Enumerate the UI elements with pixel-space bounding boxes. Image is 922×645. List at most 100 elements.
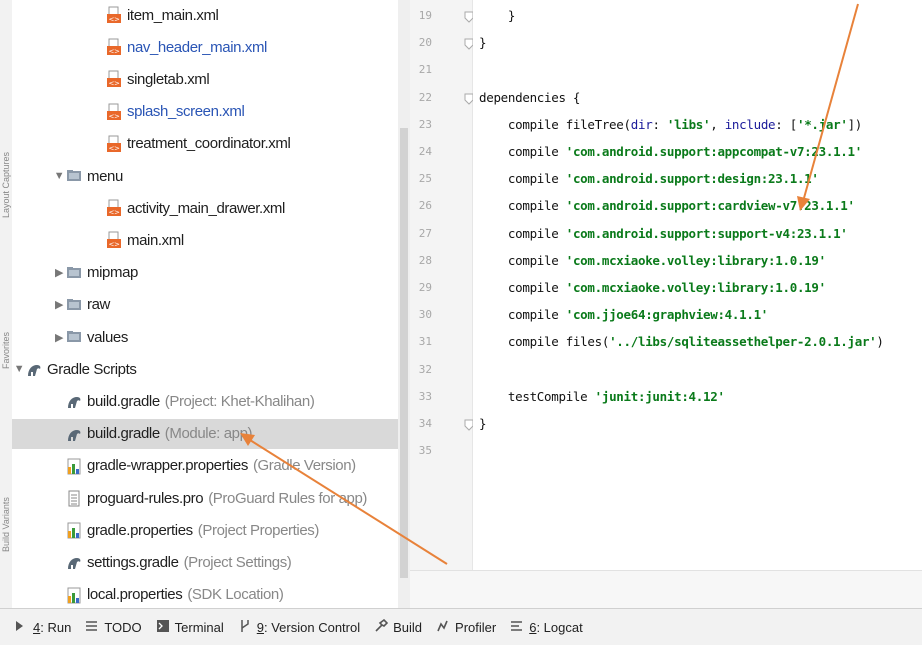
- tool-window-button[interactable]: Profiler: [436, 619, 496, 636]
- keyword-token: dir: [630, 116, 653, 132]
- code-line[interactable]: testCompile 'junit:junit:4.12': [479, 387, 725, 407]
- tree-item-label: activity_main_drawer.xml: [127, 199, 285, 217]
- code-line[interactable]: }: [479, 33, 487, 53]
- tree-item-label: build.gradle: [87, 425, 160, 443]
- tree-item[interactable]: <> treatment_coordinator.xml: [12, 129, 410, 159]
- tree-item[interactable]: ▼ Gradle Scripts: [12, 354, 410, 384]
- tool-window-button[interactable]: Terminal: [156, 619, 224, 636]
- code-line[interactable]: compile 'com.android.support:cardview-v7…: [479, 196, 855, 216]
- code-line[interactable]: compile files('../libs/sqliteassethelper…: [479, 332, 884, 352]
- collapsed-arrow-icon[interactable]: ▶: [52, 298, 66, 311]
- tree-item-label: singletab.xml: [127, 70, 210, 88]
- tree-item[interactable]: <> activity_main_drawer.xml: [12, 193, 410, 223]
- code-token: compile fileTree(: [479, 116, 631, 132]
- tree-item-hint: (SDK Location): [187, 586, 284, 604]
- editor-horizontal-scrollbar[interactable]: [410, 570, 922, 609]
- gradle-icon: [68, 397, 81, 409]
- tool-window-button[interactable]: TODO: [85, 619, 142, 636]
- logcat-icon: [510, 619, 529, 636]
- shortcut-key: 9: [256, 619, 264, 635]
- tool-window-button[interactable]: 9: Version Control: [238, 619, 360, 636]
- shortcut-key: 4: [33, 619, 41, 635]
- tree-item[interactable]: build.gradle (Project: Khet-Khalihan): [12, 386, 410, 416]
- xml-file-icon: <>: [107, 103, 121, 120]
- code-token: compile: [479, 144, 566, 159]
- line-number: 28: [418, 253, 432, 267]
- text-file-icon: [68, 490, 80, 507]
- code-line[interactable]: compile fileTree(dir: 'libs', include: […: [479, 115, 862, 135]
- tree-item-hint: (Module: app): [164, 425, 253, 443]
- code-token: compile: [479, 280, 566, 295]
- line-number: 25: [418, 172, 432, 186]
- tree-item[interactable]: settings.gradle (Project Settings): [12, 547, 410, 577]
- tree-item-label: proguard-rules.pro: [87, 489, 204, 507]
- tree-item-label: build.gradle: [87, 392, 160, 410]
- string-token: 'com.android.support:cardview-v7:23.1.1': [565, 198, 855, 214]
- tool-window-label: Terminal: [174, 619, 224, 635]
- tree-item-label: values: [87, 328, 128, 346]
- code-line[interactable]: }: [479, 6, 516, 26]
- run-icon: [14, 619, 33, 636]
- tree-item-label: treatment_coordinator.xml: [127, 135, 291, 153]
- xml-file-icon: <>: [107, 199, 121, 217]
- side-tab-build-variants[interactable]: Build Variants: [0, 455, 12, 595]
- code-line[interactable]: compile 'com.android.support:appcompat-v…: [479, 142, 862, 162]
- code-line[interactable]: }: [479, 414, 487, 434]
- tree-item[interactable]: gradle.properties (Project Properties): [12, 515, 410, 545]
- tree-item-hint: (Gradle Version): [252, 457, 356, 475]
- collapsed-arrow-icon[interactable]: ▶: [52, 331, 66, 344]
- tree-item[interactable]: <> nav_header_main.xml: [12, 32, 410, 62]
- code-line[interactable]: compile 'com.mcxiaoke.volley:library:1.0…: [479, 278, 826, 298]
- tool-window-button[interactable]: 4: Run: [14, 619, 71, 636]
- code-editor[interactable]: }} dependencies { compile fileTree(dir: '…: [473, 0, 922, 570]
- project-tree-panel: <> item_main.xml <> nav_header_main.xml <> si…: [12, 0, 410, 608]
- code-line[interactable]: compile 'com.mcxiaoke.volley:library:1.0…: [479, 251, 826, 271]
- project-vertical-scrollbar[interactable]: [398, 0, 410, 608]
- code-line[interactable]: compile 'com.android.support:support-v4:…: [479, 224, 848, 244]
- side-tab-favorites[interactable]: Favorites: [0, 300, 12, 400]
- expanded-arrow-icon[interactable]: ▼: [12, 363, 26, 375]
- tree-item[interactable]: gradle-wrapper.properties (Gradle Version…: [12, 451, 410, 481]
- tree-item[interactable]: <> splash_screen.xml: [12, 97, 410, 127]
- tree-item[interactable]: ▼ menu: [12, 161, 410, 191]
- tree-item[interactable]: local.properties (SDK Location): [12, 580, 410, 608]
- code-token: ): [876, 334, 884, 350]
- tree-item-hint: (Project: Khet-Khalihan): [164, 392, 315, 410]
- terminal-icon: [156, 619, 175, 636]
- tree-item[interactable]: ▶ values: [12, 322, 410, 352]
- side-tab-layout-captures[interactable]: Layout Captures: [0, 110, 12, 260]
- string-token: '../libs/sqliteassethelper-2.0.1.jar': [609, 334, 877, 350]
- code-line[interactable]: dependencies {: [479, 88, 580, 108]
- tree-item[interactable]: <> item_main.xml: [12, 0, 410, 30]
- code-line[interactable]: compile 'com.jjoe64:graphview:4.1.1': [479, 305, 768, 325]
- tree-item[interactable]: build.gradle (Module: app): [12, 418, 410, 449]
- string-token: 'com.android.support:design:23.1.1': [565, 171, 819, 187]
- tree-item-hint: (Project Properties): [197, 521, 320, 539]
- scrollbar-thumb[interactable]: [400, 128, 408, 578]
- tool-window-label: : Run: [40, 619, 72, 635]
- code-line[interactable]: compile 'com.android.support:design:23.1…: [479, 169, 819, 189]
- xml-file-icon: <>: [107, 70, 121, 88]
- svg-text:<>: <>: [109, 48, 120, 56]
- code-token: }: [479, 35, 487, 51]
- collapsed-arrow-icon[interactable]: ▶: [52, 266, 66, 279]
- tree-item[interactable]: proguard-rules.pro (ProGuard Rules for ap…: [12, 483, 410, 513]
- tree-item[interactable]: ▶ mipmap: [12, 258, 410, 288]
- tree-item[interactable]: ▶ raw: [12, 290, 410, 320]
- svg-text:<>: <>: [109, 144, 120, 152]
- folder-icon: [67, 170, 81, 181]
- expanded-arrow-icon[interactable]: ▼: [52, 170, 66, 182]
- tool-window-button[interactable]: 6: Logcat: [510, 619, 583, 636]
- line-number: 32: [418, 362, 432, 376]
- tree-item[interactable]: <> main.xml: [12, 225, 410, 255]
- line-number: 35: [418, 444, 432, 458]
- code-token: compile: [479, 307, 566, 323]
- code-token: testCompile: [479, 388, 595, 404]
- tool-window-button[interactable]: Build: [374, 618, 422, 636]
- string-token: 'com.android.support:appcompat-v7:23.1.1…: [565, 144, 863, 159]
- code-token: ,: [710, 116, 725, 132]
- tree-item[interactable]: <> singletab.xml: [12, 64, 410, 94]
- line-number: 30: [418, 308, 432, 322]
- properties-icon: [67, 587, 81, 604]
- string-token: 'libs': [666, 116, 711, 132]
